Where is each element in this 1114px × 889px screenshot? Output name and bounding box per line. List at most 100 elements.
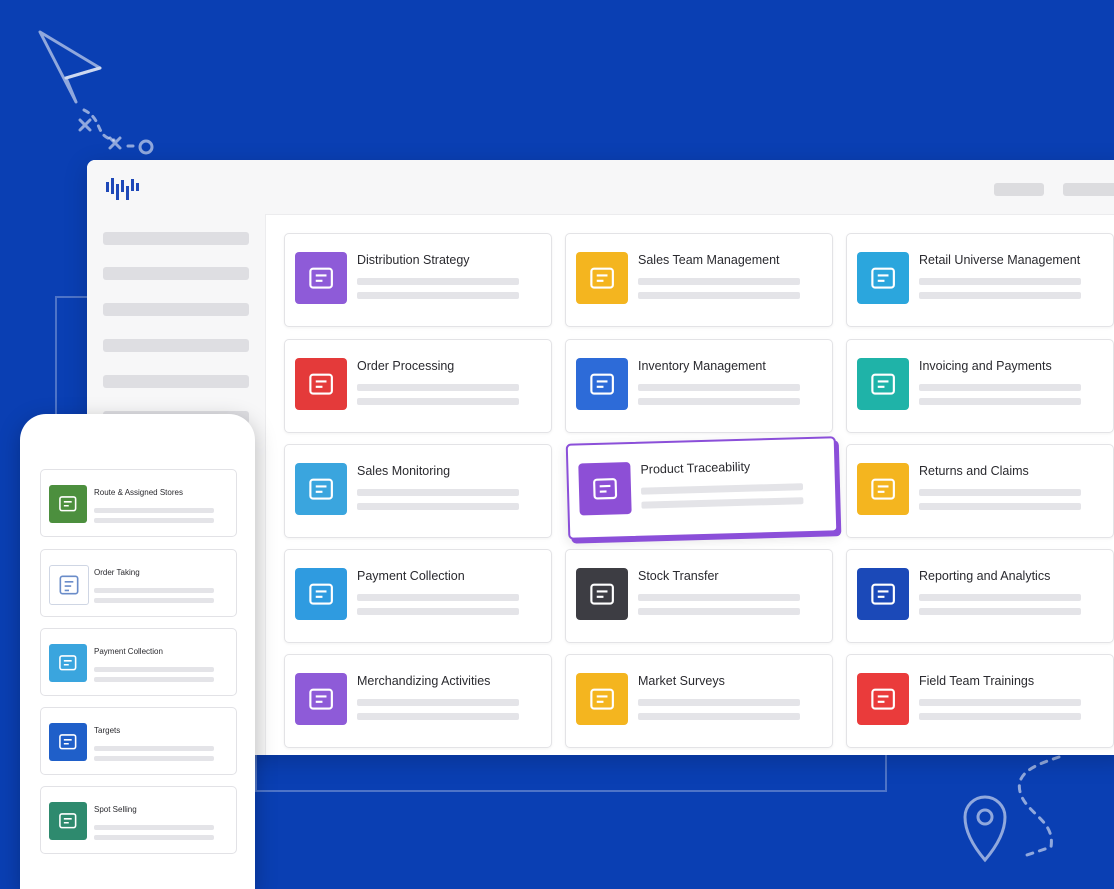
- text-placeholder-line: [94, 825, 214, 830]
- logo: [106, 178, 139, 200]
- module-card[interactable]: Reporting and Analytics: [846, 549, 1114, 643]
- target-icon: [49, 723, 87, 761]
- map-pin-icon: [963, 755, 1061, 863]
- module-card[interactable]: Sales Team Management: [565, 233, 833, 327]
- storefront-icon: [857, 252, 909, 304]
- top-bar-action-placeholder[interactable]: [994, 183, 1044, 196]
- text-placeholder-line: [638, 594, 800, 601]
- cash-collection-icon: [295, 568, 347, 620]
- text-placeholder-line: [94, 588, 214, 593]
- analytics-report-icon: [857, 568, 909, 620]
- sidebar-nav-placeholder[interactable]: [103, 267, 249, 280]
- route-map-icon: [49, 485, 87, 523]
- module-title: Inventory Management: [638, 359, 766, 373]
- sidebar-nav-placeholder[interactable]: [103, 232, 249, 245]
- text-placeholder-line: [94, 756, 214, 761]
- module-card[interactable]: Order Processing: [284, 339, 552, 433]
- text-placeholder-line: [919, 608, 1081, 615]
- text-placeholder-line: [640, 483, 804, 495]
- text-placeholder-line: [94, 667, 214, 672]
- module-card[interactable]: Retail Universe Management: [846, 233, 1114, 327]
- text-placeholder-line: [94, 677, 214, 682]
- top-bar: [265, 160, 1114, 215]
- module-card[interactable]: Stock Transfer: [565, 549, 833, 643]
- text-placeholder-line: [357, 713, 519, 720]
- text-placeholder-line: [94, 598, 214, 603]
- mobile-menu-item[interactable]: Route & Assigned Stores: [40, 469, 237, 537]
- text-placeholder-line: [919, 699, 1081, 706]
- spot-selling-icon: [49, 802, 87, 840]
- module-title: Returns and Claims: [919, 464, 1029, 478]
- module-title: Merchandizing Activities: [357, 674, 491, 688]
- decorative-frame-bottom: [255, 754, 887, 792]
- text-placeholder-line: [357, 594, 519, 601]
- stock-transfer-icon: [576, 568, 628, 620]
- text-placeholder-line: [357, 384, 519, 391]
- text-placeholder-line: [919, 292, 1081, 299]
- module-card[interactable]: Product Traceability: [565, 436, 839, 540]
- team-growth-chart-icon: [576, 252, 628, 304]
- text-placeholder-line: [638, 278, 800, 285]
- module-card[interactable]: Distribution Strategy: [284, 233, 552, 327]
- mobile-menu-label: Order Taking: [94, 568, 140, 577]
- order-timer-icon: [295, 358, 347, 410]
- module-title: Reporting and Analytics: [919, 569, 1051, 583]
- clipboard-boxes-icon: [576, 358, 628, 410]
- top-bar-action-placeholder[interactable]: [1063, 183, 1114, 196]
- mobile-menu-item[interactable]: Order Taking: [40, 549, 237, 617]
- order-form-icon: [49, 565, 89, 605]
- text-placeholder-line: [638, 713, 800, 720]
- text-placeholder-line: [641, 497, 804, 509]
- payment-collection-icon: [49, 644, 87, 682]
- module-title: Order Processing: [357, 359, 455, 373]
- sidebar-nav-placeholder[interactable]: [103, 303, 249, 316]
- module-title: Sales Team Management: [638, 253, 780, 267]
- text-placeholder-line: [919, 594, 1081, 601]
- text-placeholder-line: [357, 699, 519, 706]
- mobile-menu-item[interactable]: Spot Selling: [40, 786, 237, 854]
- module-title: Stock Transfer: [638, 569, 719, 583]
- mobile-menu-item[interactable]: Targets: [40, 707, 237, 775]
- mobile-menu-label: Route & Assigned Stores: [94, 488, 183, 497]
- module-card[interactable]: Merchandizing Activities: [284, 654, 552, 748]
- training-session-icon: [857, 673, 909, 725]
- module-card[interactable]: Sales Monitoring: [284, 444, 552, 538]
- module-card[interactable]: Payment Collection: [284, 549, 552, 643]
- module-title: Field Team Trainings: [919, 674, 1035, 688]
- text-placeholder-line: [919, 278, 1081, 285]
- text-placeholder-line: [919, 384, 1081, 391]
- mobile-menu-label: Spot Selling: [94, 805, 137, 814]
- invoice-screen-icon: [857, 358, 909, 410]
- sidebar-nav-placeholder[interactable]: [103, 339, 249, 352]
- text-placeholder-line: [919, 503, 1081, 510]
- mobile-menu-label: Payment Collection: [94, 647, 163, 656]
- text-placeholder-line: [919, 398, 1081, 405]
- text-placeholder-line: [94, 508, 214, 513]
- module-card[interactable]: Returns and Claims: [846, 444, 1114, 538]
- text-placeholder-line: [357, 398, 519, 405]
- module-card[interactable]: Inventory Management: [565, 339, 833, 433]
- network-hub-icon: [295, 252, 347, 304]
- sidebar-nav-placeholder[interactable]: [103, 375, 249, 388]
- merchandising-shelf-icon: [295, 673, 347, 725]
- text-placeholder-line: [357, 489, 519, 496]
- module-title: Payment Collection: [357, 569, 465, 583]
- location-globe-icon: [578, 461, 632, 516]
- text-placeholder-line: [638, 292, 800, 299]
- sales-trend-icon: [295, 463, 347, 515]
- survey-checklist-icon: [576, 673, 628, 725]
- module-title: Product Traceability: [640, 459, 751, 477]
- module-title: Distribution Strategy: [357, 253, 470, 267]
- text-placeholder-line: [919, 713, 1081, 720]
- mobile-menu-item[interactable]: Payment Collection: [40, 628, 237, 696]
- module-card[interactable]: Market Surveys: [565, 654, 833, 748]
- module-title: Sales Monitoring: [357, 464, 451, 478]
- mobile-menu-label: Targets: [94, 726, 121, 735]
- module-card[interactable]: Field Team Trainings: [846, 654, 1114, 748]
- text-placeholder-line: [357, 292, 519, 299]
- module-title: Market Surveys: [638, 674, 725, 688]
- module-card[interactable]: Invoicing and Payments: [846, 339, 1114, 433]
- text-placeholder-line: [94, 518, 214, 523]
- text-placeholder-line: [638, 608, 800, 615]
- mobile-app-phone: Route & Assigned Stores Order Taking Payme…: [20, 414, 255, 889]
